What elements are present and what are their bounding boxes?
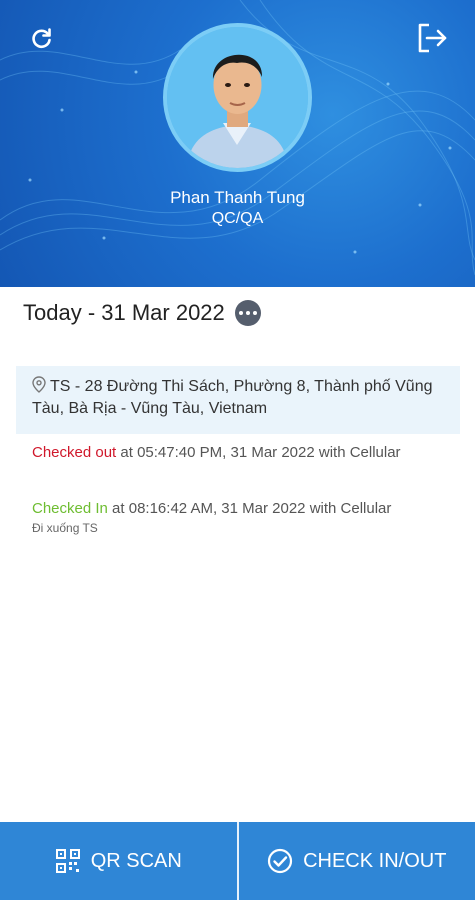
profile-photo — [167, 27, 308, 168]
entry-detail: at 05:47:40 PM, 31 Mar 2022 with Cellula… — [116, 444, 401, 461]
check-in-out-label: CHECK IN/OUT — [303, 849, 447, 872]
logout-button[interactable] — [412, 18, 452, 58]
history-entry-checked-in: Checked In at 08:16:42 AM, 31 Mar 2022 w… — [32, 498, 452, 537]
status-checked-in: Checked In — [32, 500, 108, 517]
date-header: Today - 31 Mar 2022 — [23, 300, 261, 326]
more-options-button[interactable] — [234, 300, 261, 326]
logout-icon — [418, 23, 447, 53]
profile-name: Phan Thanh Tung — [170, 188, 305, 207]
check-circle-icon — [267, 848, 293, 874]
map-pin-icon — [32, 376, 46, 393]
status-checked-out: Checked out — [32, 444, 117, 461]
qr-code-icon — [55, 849, 80, 873]
action-bar: QR SCAN CHECK IN/OUT — [0, 822, 475, 900]
location-card: TS - 28 Đường Thi Sách, Phường 8, Thành … — [16, 366, 460, 434]
qr-scan-button[interactable]: QR SCAN — [0, 822, 237, 900]
more-dots-icon — [238, 311, 243, 315]
history-entry-checked-out: Checked out at 05:47:40 PM, 31 Mar 2022 … — [32, 442, 452, 463]
refresh-button[interactable] — [22, 18, 62, 58]
entry-note: Đi xuống TS — [32, 521, 98, 535]
date-label: Today - 31 Mar 2022 — [23, 300, 225, 325]
check-in-out-button[interactable]: CHECK IN/OUT — [239, 822, 475, 900]
avatar[interactable] — [163, 23, 312, 172]
location-text: TS - 28 Đường Thi Sách, Phường 8, Thành … — [32, 378, 433, 417]
refresh-icon — [32, 28, 51, 49]
profile-role: QC/QA — [211, 210, 264, 227]
profile-header: Phan Thanh Tung QC/QA — [0, 0, 475, 287]
entry-detail: at 08:16:42 AM, 31 Mar 2022 with Cellula… — [107, 500, 392, 517]
qr-scan-label: QR SCAN — [90, 849, 182, 872]
